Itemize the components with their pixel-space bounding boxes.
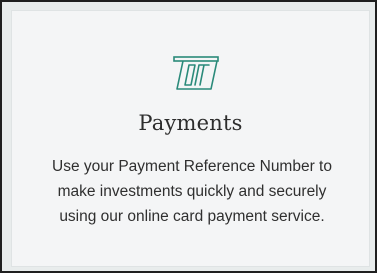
screenshot-frame: Payments Use your Payment Reference Numb… — [0, 0, 377, 273]
card-title: Payments — [138, 111, 243, 135]
card-payment-terminal-icon — [173, 56, 219, 90]
card-description: Use your Payment Reference Number to mak… — [52, 158, 332, 225]
payments-card[interactable]: Payments Use your Payment Reference Numb… — [11, 10, 370, 267]
